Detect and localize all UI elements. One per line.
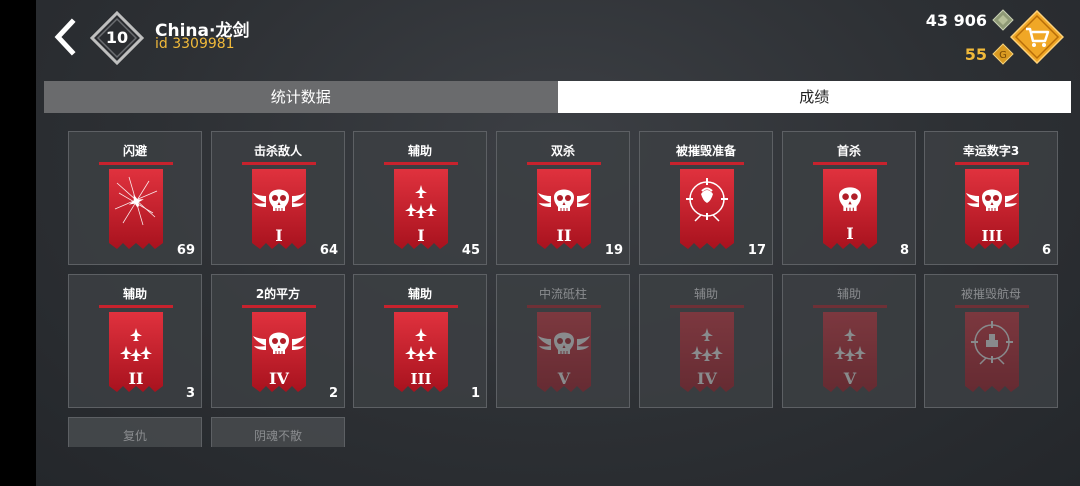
achievement-count: 17 [747,243,766,258]
level-number: 10 [105,28,129,47]
achievement-count: 69 [176,243,195,258]
title-divider [527,305,601,308]
title-divider [527,162,601,165]
svg-text:II: II [557,226,572,245]
winged-skull-icon: I [252,169,306,253]
achievement-card[interactable]: 首杀 I 8 [782,131,916,265]
achievement-count: 19 [604,243,623,258]
achievement-title: 2的平方 [255,287,301,301]
crosshair-skull-icon [680,169,734,253]
achievement-title: 辅助 [407,144,432,158]
title-divider [242,305,316,308]
tab-bar: 统计数据 成绩 [44,81,1071,113]
jets-icon: II [109,312,163,396]
achievement-title: 双杀 [550,144,575,158]
achievement-card[interactable]: 中流砥柱 V [496,274,630,408]
title-divider [384,162,458,165]
jets-icon: IV [680,312,734,396]
achievement-title: 辅助 [407,287,432,301]
achievement-card-partial[interactable]: 复仇 [68,417,202,447]
shop-cart-button[interactable] [1009,9,1065,65]
achievement-card[interactable]: 辅助 IV [639,274,773,408]
title-divider [670,162,744,165]
level-badge: 10 [90,11,144,65]
gold-currency: 55 G [965,43,1014,65]
svg-text:III: III [981,227,1002,245]
achievement-count: 45 [461,243,480,258]
winged-skull-icon: V [537,312,591,396]
achievement-card[interactable]: 被摧毁准备 17 [639,131,773,265]
achievement-title: 复仇 [122,429,147,443]
title-divider [813,305,887,308]
svg-text:G: G [999,50,1007,61]
title-divider [99,162,173,165]
achievement-count: 8 [899,243,909,258]
achievement-card[interactable]: 辅助 I 45 [353,131,487,265]
svg-text:V: V [557,369,571,388]
svg-text:I: I [846,224,853,243]
achievement-card[interactable]: 辅助 III 1 [353,274,487,408]
achievement-title: 辅助 [122,287,147,301]
dodge-icon [109,169,163,253]
achievement-title: 击杀敌人 [253,144,302,158]
jets-icon: I [394,169,448,253]
achievement-count: 1 [470,386,480,401]
back-button[interactable] [50,16,80,58]
silver-currency: 43 906 [926,9,1014,31]
winged-skull-icon: III [965,169,1019,253]
cart-icon [1009,9,1065,65]
winged-skull-icon: IV [252,312,306,396]
achievement-count: 3 [185,386,195,401]
gold-amount: 55 [964,44,987,64]
winged-skull-icon: II [537,169,591,253]
achievement-card[interactable]: 闪避 69 [68,131,202,265]
svg-text:IV: IV [697,369,717,388]
achievement-title: 被摧毁准备 [675,144,736,158]
chevron-left-icon [54,18,76,56]
svg-text:I: I [275,226,282,245]
achievement-card[interactable]: 幸运数字3 III 6 [924,131,1058,265]
achievement-title: 辅助 [693,287,718,301]
achievement-card[interactable]: 被摧毁航母 [924,274,1058,408]
achievement-card[interactable]: 击杀敌人 I 64 [211,131,345,265]
jets-icon: V [823,312,877,396]
svg-text:II: II [129,369,144,388]
jets-icon: III [394,312,448,396]
title-divider [955,305,1029,308]
title-divider [813,162,887,165]
tab-statistics[interactable]: 统计数据 [44,81,558,113]
svg-text:III: III [410,370,431,388]
achievement-count: 64 [319,243,338,258]
title-divider [99,305,173,308]
tab-achievements[interactable]: 成绩 [557,81,1071,113]
achievement-title: 首杀 [836,144,861,158]
achievement-title: 阴魂不散 [253,429,302,443]
title-divider [670,305,744,308]
achievement-count: 2 [328,386,338,401]
achievement-title: 辅助 [836,287,861,301]
title-divider [384,305,458,308]
achievement-card[interactable]: 辅助 V [782,274,916,408]
achievement-card-partial[interactable]: 阴魂不散 [211,417,345,447]
svg-text:I: I [417,226,424,245]
crosshair-carrier-icon [965,312,1019,396]
achievement-card[interactable]: 2的平方 IV 2 [211,274,345,408]
achievement-card[interactable]: 辅助 II 3 [68,274,202,408]
player-id: id 3309981 [155,36,235,52]
skull-icon: I [823,169,877,253]
title-divider [242,162,316,165]
achievement-title: 幸运数字3 [962,144,1020,158]
svg-text:V: V [843,369,857,388]
achievement-title: 被摧毁航母 [960,287,1021,301]
achievement-title: 闪避 [122,144,147,158]
achievement-count: 6 [1041,243,1051,258]
achievement-title: 中流砥柱 [538,287,587,301]
silver-amount: 43 906 [925,10,987,30]
achievement-card[interactable]: 双杀 II 19 [496,131,630,265]
svg-text:IV: IV [269,369,289,388]
title-divider [955,162,1029,165]
